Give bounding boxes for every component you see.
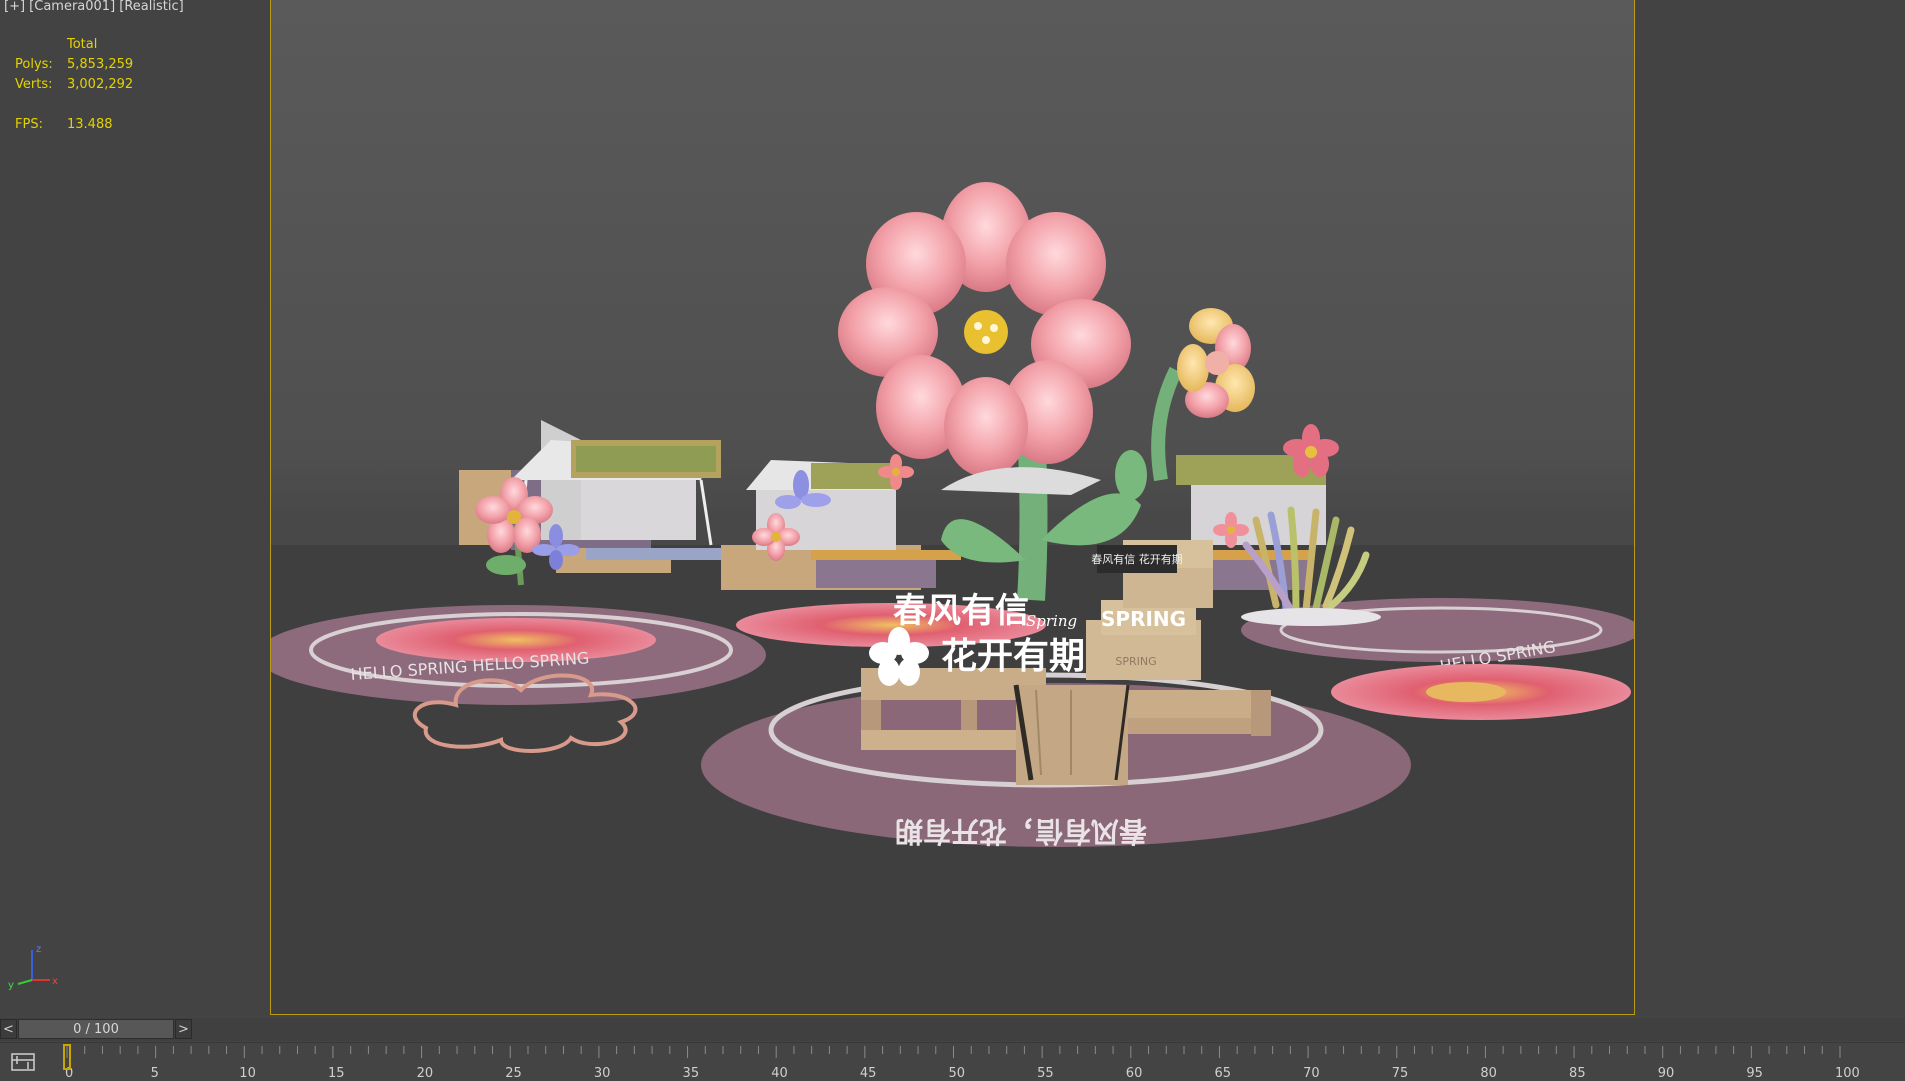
- prev-frame-button[interactable]: <: [0, 1019, 17, 1039]
- viewport-stats: Total Polys: 5,853,259 Verts: 3,002,292 FP…: [15, 35, 133, 135]
- ruler-tick-label: 85: [1569, 1066, 1586, 1081]
- scene-render: HELLO SPRING HELLO SPRING HELLO SPRING 春…: [271, 182, 1634, 1014]
- stats-header: Total: [67, 37, 98, 52]
- axis-x-label: x: [52, 976, 58, 987]
- ruler-tick-label: 65: [1214, 1066, 1231, 1081]
- frame-ruler[interactable]: 0 5 10 15 20 25 30 35 40 45 50 55 60 65 70 75 80 85 90 95 10…: [0, 1043, 1905, 1081]
- sign-spring-script: Spring: [1026, 612, 1077, 630]
- ruler-tick-label: 10: [239, 1066, 256, 1081]
- time-slider[interactable]: < 0 / 100 >: [0, 1018, 1905, 1041]
- time-slider-thumb[interactable]: 0 / 100: [18, 1019, 174, 1039]
- ruler-tick-label: 100: [1835, 1066, 1860, 1081]
- polys-value: 5,853,259: [67, 57, 134, 72]
- viewport[interactable]: HELLO SPRING HELLO SPRING HELLO SPRING 春…: [0, 0, 1905, 1016]
- box-label: 春风有信 花开有期: [1091, 552, 1183, 566]
- ruler-tick-label: 70: [1303, 1066, 1320, 1081]
- axis-y-label: y: [8, 980, 14, 990]
- stall-middle: [721, 454, 961, 590]
- sign-line2: 花开有期: [941, 636, 1085, 677]
- floor-text-center: 春风有信，花开有期: [895, 815, 1147, 848]
- umbrella: [941, 467, 1101, 495]
- ruler-tick-label: 95: [1746, 1066, 1763, 1081]
- ruler-tick-label: 5: [151, 1066, 159, 1081]
- axis-gizmo-icon: z x y: [8, 944, 58, 990]
- next-frame-button[interactable]: >: [175, 1019, 192, 1039]
- ruler-tick-label: 90: [1658, 1066, 1675, 1081]
- ruler-tick-label: 15: [328, 1066, 345, 1081]
- ruler-tick-label: 25: [505, 1066, 522, 1081]
- track-bar[interactable]: 0 5 10 15 20 25 30 35 40 45 50 55 60 65 70 75 80 85 90 95 10…: [0, 1042, 1905, 1081]
- ruler-tick-label: 35: [683, 1066, 700, 1081]
- sign-spring-caps: SPRING: [1101, 607, 1186, 631]
- ruler-tick-label: 45: [860, 1066, 877, 1081]
- small-crate-text: SPRING: [1115, 655, 1156, 668]
- ruler-tick-label: 20: [417, 1066, 434, 1081]
- ruler-tick-label: 75: [1392, 1066, 1409, 1081]
- fps-label: FPS:: [15, 117, 43, 132]
- camera-safe-frame: HELLO SPRING HELLO SPRING HELLO SPRING 春…: [270, 0, 1635, 1015]
- axis-z-label: z: [36, 944, 41, 955]
- fps-value: 13.488: [67, 117, 113, 132]
- polys-label: Polys:: [15, 57, 53, 72]
- ruler-tick-label: 55: [1037, 1066, 1054, 1081]
- ruler-tick-label: 60: [1126, 1066, 1143, 1081]
- viewport-label[interactable]: [+] [Camera001] [Realistic]: [4, 0, 184, 14]
- ruler-tick-label: 80: [1480, 1066, 1497, 1081]
- grass-base: [1241, 608, 1381, 626]
- ruler-tick-label: 30: [594, 1066, 611, 1081]
- ruler-tick-label: 40: [771, 1066, 788, 1081]
- verts-label: Verts:: [15, 77, 53, 92]
- sign-line1: 春风有信: [893, 591, 1029, 631]
- ruler-tick-label: 50: [949, 1066, 966, 1081]
- verts-value: 3,002,292: [67, 77, 134, 92]
